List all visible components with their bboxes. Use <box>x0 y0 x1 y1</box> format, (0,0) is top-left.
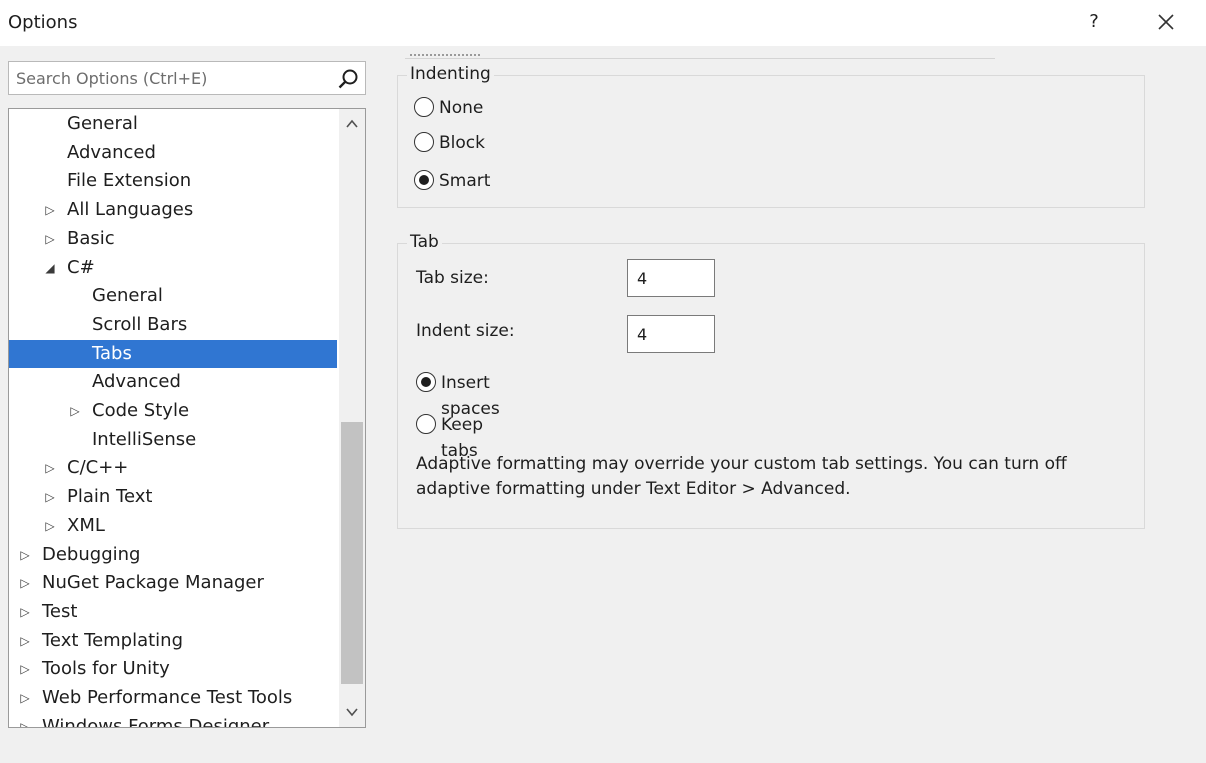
tree-item-label: Debugging <box>42 543 141 565</box>
indenting-legend: Indenting <box>407 64 494 84</box>
collapsed-arrow-icon[interactable]: ▷ <box>18 598 32 626</box>
title-bar: Options ? <box>0 0 1206 46</box>
tab-size-label: Tab size: <box>416 268 489 288</box>
collapsed-arrow-icon[interactable]: ▷ <box>43 512 57 540</box>
indent-none-label: None <box>439 98 484 118</box>
tree-item-label: Test <box>42 600 78 622</box>
tree-item[interactable]: ▷ XML <box>9 512 337 540</box>
search-input[interactable] <box>9 62 343 94</box>
collapsed-arrow-icon[interactable]: ▷ <box>18 684 32 712</box>
collapsed-arrow-icon[interactable]: ▷ <box>43 196 57 224</box>
radio-smart[interactable] <box>414 170 434 190</box>
radio-keep-tabs[interactable] <box>416 414 436 434</box>
tree-item[interactable]: Advanced <box>9 139 337 167</box>
indent-smart-label: Smart <box>439 171 491 191</box>
tree-item[interactable]: ▷ Plain Text <box>9 483 337 511</box>
tree-item-label: XML <box>67 514 105 536</box>
tab-legend: Tab <box>407 232 442 252</box>
section-divider <box>405 58 995 59</box>
indent-size-label: Indent size: <box>416 321 515 341</box>
tree-item-label: NuGet Package Manager <box>42 572 264 594</box>
scroll-thumb[interactable] <box>341 422 363 684</box>
tree-item-label: General <box>67 113 138 134</box>
collapsed-arrow-icon[interactable]: ▷ <box>18 569 32 597</box>
search-icon[interactable] <box>337 68 359 90</box>
tree-item-label: Web Performance Test Tools <box>42 687 293 708</box>
tree-item[interactable]: ◢ C# <box>9 254 337 282</box>
tree-item[interactable]: ▷ Basic <box>9 225 337 253</box>
tree-item[interactable]: IntelliSense <box>9 426 337 454</box>
tree-item[interactable]: ▷ All Languages <box>9 196 337 224</box>
tree-item-label: Plain Text <box>67 486 153 508</box>
radio-block[interactable] <box>414 132 434 152</box>
tree-item-label: Advanced <box>67 141 156 163</box>
tree-item[interactable]: ▷ Debugging <box>9 541 337 569</box>
tree-item-label: General <box>92 285 163 307</box>
search-box <box>8 61 366 95</box>
tree-item[interactable]: ▷ Windows Forms Designer <box>9 713 337 728</box>
tree-item-label: Tools for Unity <box>42 658 170 680</box>
cut-off-heading <box>410 48 480 56</box>
expanded-arrow-icon[interactable]: ◢ <box>43 254 57 282</box>
tree-item-label: Advanced <box>92 371 181 393</box>
tree-item-label: Windows Forms Designer <box>42 715 270 728</box>
tree-item[interactable]: ▷ Test <box>9 598 337 626</box>
indent-block-label: Block <box>439 133 485 153</box>
tree-item[interactable]: ▷ Code Style <box>9 397 337 425</box>
tree-item[interactable]: General <box>9 282 337 310</box>
scroll-down-button[interactable] <box>339 699 365 725</box>
tree-item[interactable]: ▷ Tools for Unity <box>9 655 337 683</box>
tree-item-label: C/C++ <box>67 457 129 479</box>
tree-item-label: Basic <box>67 227 115 249</box>
tree-item-label: IntelliSense <box>92 428 197 450</box>
indenting-group <box>397 75 1145 208</box>
adaptive-formatting-note: Adaptive formatting may override your cu… <box>416 454 1067 499</box>
tree-item[interactable]: ▷ Text Templating <box>9 627 337 655</box>
tree-item[interactable]: ▷ NuGet Package Manager <box>9 569 337 597</box>
close-button[interactable] <box>1150 8 1182 36</box>
radio-none[interactable] <box>414 97 434 117</box>
window-title: Options <box>8 12 78 33</box>
tab-size-input[interactable] <box>627 259 715 297</box>
tree-item-label: Text Templating <box>42 629 184 651</box>
tree-item[interactable]: Advanced <box>9 368 337 396</box>
tree-item[interactable]: Scroll Bars <box>9 311 337 339</box>
collapsed-arrow-icon[interactable]: ▷ <box>43 225 57 253</box>
radio-insert-spaces[interactable] <box>416 372 436 392</box>
indent-size-input[interactable] <box>627 315 715 353</box>
collapsed-arrow-icon[interactable]: ▷ <box>18 655 32 683</box>
collapsed-arrow-icon[interactable]: ▷ <box>43 483 57 511</box>
tree-item[interactable]: ▷ C/C++ <box>9 454 337 482</box>
tree-item-label: Tabs <box>92 342 132 364</box>
tree-item-label: All Languages <box>67 199 194 221</box>
close-icon <box>1158 14 1174 30</box>
collapsed-arrow-icon[interactable]: ▷ <box>43 454 57 482</box>
tree-item-label: Code Style <box>92 400 190 421</box>
help-button[interactable]: ? <box>1080 8 1108 36</box>
tree-item-label: C# <box>67 256 95 278</box>
tree-item[interactable]: Tabs <box>9 339 337 368</box>
tree-item[interactable]: File Extension <box>9 167 337 195</box>
collapsed-arrow-icon[interactable]: ▷ <box>18 713 32 727</box>
collapsed-arrow-icon[interactable]: ▷ <box>18 541 32 569</box>
chevron-down-icon <box>346 708 358 717</box>
collapsed-arrow-icon[interactable]: ▷ <box>68 397 82 425</box>
tree-scrollbar[interactable] <box>339 109 365 727</box>
tree-item[interactable]: ▷ Web Performance Test Tools <box>9 684 337 712</box>
collapsed-arrow-icon[interactable]: ▷ <box>18 627 32 655</box>
tree-item[interactable]: General <box>9 110 337 138</box>
tree-item-label: File Extension <box>67 170 192 192</box>
scroll-up-button[interactable] <box>339 111 365 137</box>
tree-item-label: Scroll Bars <box>92 313 188 335</box>
chevron-up-icon <box>346 119 358 128</box>
options-tree: General Advanced File Extension ▷ All Langua… <box>8 108 366 728</box>
